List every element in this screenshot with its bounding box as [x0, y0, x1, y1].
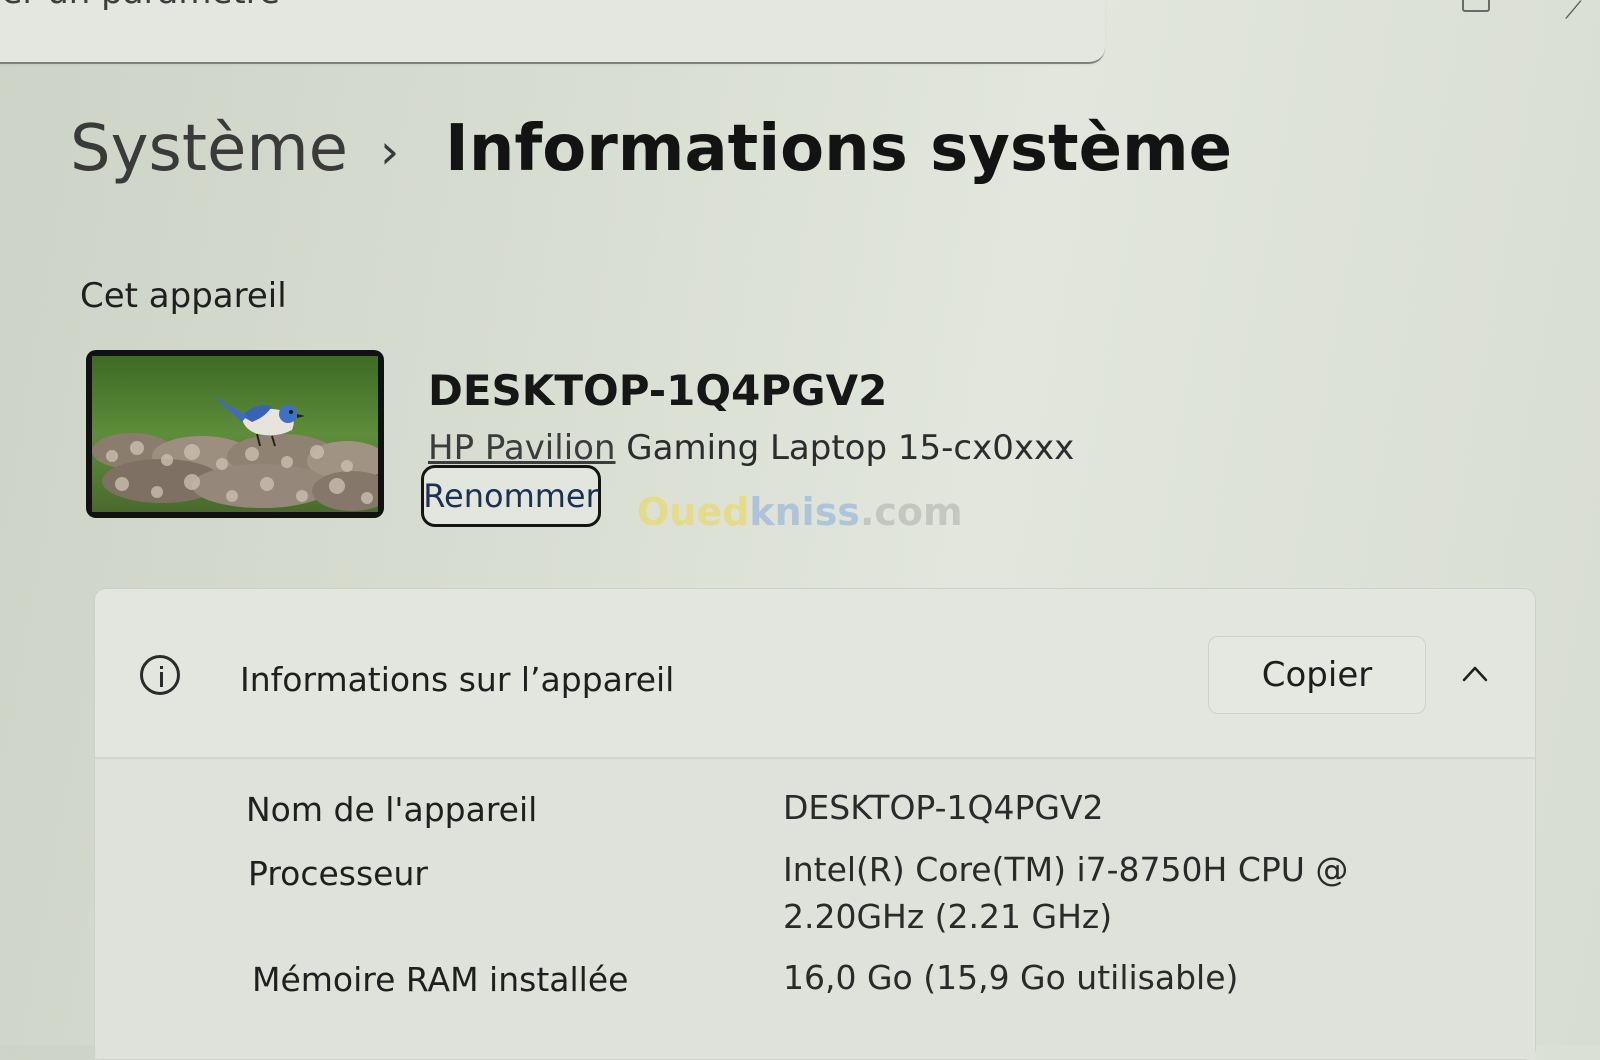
- spec-label-device-name: Nom de l'appareil: [246, 790, 538, 829]
- breadcrumb-parent-systeme[interactable]: Système: [70, 112, 348, 186]
- spec-value-processor-line2: 2.20GHz (2.21 GHz): [783, 897, 1113, 936]
- copy-button[interactable]: Copier: [1208, 636, 1426, 714]
- info-icon: [140, 655, 180, 695]
- breadcrumb-separator-icon: ›: [380, 124, 400, 180]
- bird-on-rocks-image: [92, 356, 378, 512]
- spec-value-ram: 16,0 Go (15,9 Go utilisable): [783, 958, 1239, 997]
- search-input-text[interactable]: her un paramètre: [0, 0, 280, 12]
- chevron-up-icon[interactable]: [1462, 662, 1488, 688]
- device-model-link[interactable]: HP Pavilion: [428, 428, 616, 468]
- section-label-cet-appareil: Cet appareil: [80, 276, 287, 316]
- spec-value-processor-line1: Intel(R) Core(TM) i7-8750H CPU @: [783, 850, 1349, 889]
- device-model: HP Pavilion Gaming Laptop 15-cx0xxx: [428, 428, 1074, 468]
- device-wallpaper-thumbnail: [86, 350, 384, 518]
- spec-value-device-name: DESKTOP-1Q4PGV2: [783, 788, 1104, 827]
- spec-label-processor: Processeur: [248, 854, 428, 893]
- device-model-rest: Gaming Laptop 15-cx0xxx: [615, 428, 1075, 468]
- maximize-icon[interactable]: [1462, 0, 1490, 12]
- spec-label-ram: Mémoire RAM installée: [252, 960, 629, 999]
- device-info-title[interactable]: Informations sur l’appareil: [240, 660, 674, 699]
- watermark-logo: Ouedkniss.com: [637, 490, 963, 534]
- page-title: Informations système: [445, 112, 1233, 186]
- rename-button[interactable]: Renommer: [421, 465, 601, 527]
- close-icon[interactable]: ⟋: [1565, 0, 1582, 24]
- search-box[interactable]: her un paramètre: [0, 0, 1105, 64]
- device-name: DESKTOP-1Q4PGV2: [428, 366, 888, 415]
